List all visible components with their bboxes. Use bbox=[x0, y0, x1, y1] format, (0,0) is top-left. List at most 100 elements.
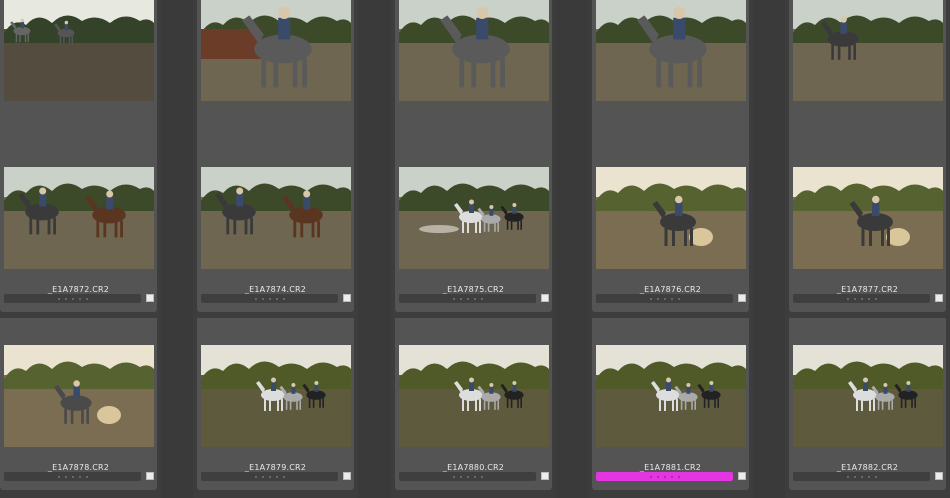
photo-thumbnail[interactable] bbox=[596, 0, 746, 101]
rating-star-empty-icon[interactable] bbox=[466, 475, 469, 478]
rating-star-empty-icon[interactable] bbox=[473, 475, 476, 478]
photo-cell[interactable]: _E1A7874.CR2 bbox=[197, 140, 354, 312]
photo-cell[interactable]: _E1A7877.CR2 bbox=[789, 140, 946, 312]
photo-thumbnail[interactable] bbox=[201, 167, 351, 269]
rating-star-empty-icon[interactable] bbox=[860, 297, 863, 300]
rating-star-empty-icon[interactable] bbox=[649, 297, 652, 300]
photo-cell[interactable]: _E1A7881.CR2 bbox=[592, 318, 749, 490]
rating-star-empty-icon[interactable] bbox=[261, 297, 264, 300]
photo-thumbnail[interactable] bbox=[399, 167, 549, 269]
rating-bar[interactable] bbox=[596, 294, 733, 303]
photo-thumbnail[interactable] bbox=[399, 0, 549, 101]
photo-thumbnail[interactable] bbox=[4, 0, 154, 101]
rating-bar[interactable] bbox=[201, 472, 338, 481]
rating-star-empty-icon[interactable] bbox=[677, 475, 680, 478]
rating-star-empty-icon[interactable] bbox=[874, 297, 877, 300]
color-label-magenta[interactable] bbox=[596, 472, 733, 481]
rating-star-empty-icon[interactable] bbox=[64, 475, 67, 478]
rating-star-empty-icon[interactable] bbox=[663, 475, 666, 478]
rating-star-empty-icon[interactable] bbox=[85, 475, 88, 478]
rating-star-empty-icon[interactable] bbox=[649, 475, 652, 478]
rating-bar[interactable] bbox=[399, 294, 536, 303]
rating-star-empty-icon[interactable] bbox=[452, 475, 455, 478]
rating-star-empty-icon[interactable] bbox=[459, 297, 462, 300]
rating-star-empty-icon[interactable] bbox=[275, 475, 278, 478]
photo-thumbnail[interactable] bbox=[201, 0, 351, 101]
select-checkbox[interactable] bbox=[541, 294, 549, 302]
rating-star-empty-icon[interactable] bbox=[282, 475, 285, 478]
rating-star-empty-icon[interactable] bbox=[78, 297, 81, 300]
rating-star-empty-icon[interactable] bbox=[57, 475, 60, 478]
select-checkbox[interactable] bbox=[343, 294, 351, 302]
rating-star-empty-icon[interactable] bbox=[466, 297, 469, 300]
rating-star-empty-icon[interactable] bbox=[254, 475, 257, 478]
rating-star-empty-icon[interactable] bbox=[282, 297, 285, 300]
rating-star-empty-icon[interactable] bbox=[480, 475, 483, 478]
rating-bar[interactable] bbox=[201, 294, 338, 303]
rating-star-empty-icon[interactable] bbox=[71, 297, 74, 300]
rating-star-empty-icon[interactable] bbox=[268, 297, 271, 300]
select-checkbox[interactable] bbox=[541, 472, 549, 480]
rating-star-empty-icon[interactable] bbox=[85, 297, 88, 300]
rating-star-empty-icon[interactable] bbox=[846, 475, 849, 478]
photo-thumbnail[interactable] bbox=[201, 345, 351, 447]
photo-cell[interactable]: _E1A7875.CR2 bbox=[395, 140, 552, 312]
rating-star-empty-icon[interactable] bbox=[64, 297, 67, 300]
select-checkbox[interactable] bbox=[343, 472, 351, 480]
photo-thumbnail[interactable] bbox=[4, 167, 154, 269]
rating-star-empty-icon[interactable] bbox=[254, 297, 257, 300]
rating-bar[interactable] bbox=[4, 472, 141, 481]
photo-thumbnail[interactable] bbox=[596, 345, 746, 447]
select-checkbox[interactable] bbox=[146, 472, 154, 480]
photo-cell[interactable]: _E1A7879.CR2 bbox=[197, 318, 354, 490]
photo-thumbnail[interactable] bbox=[793, 167, 943, 269]
rating-star-empty-icon[interactable] bbox=[261, 475, 264, 478]
rating-star-empty-icon[interactable] bbox=[867, 475, 870, 478]
photo-cell[interactable] bbox=[197, 0, 354, 144]
rating-star-empty-icon[interactable] bbox=[473, 297, 476, 300]
photo-cell[interactable]: _E1A7880.CR2 bbox=[395, 318, 552, 490]
photo-cell[interactable]: _E1A7872.CR2 bbox=[0, 140, 157, 312]
photo-cell[interactable] bbox=[0, 0, 157, 144]
rating-star-empty-icon[interactable] bbox=[57, 297, 60, 300]
photo-cell[interactable]: _E1A7876.CR2 bbox=[592, 140, 749, 312]
photo-cell[interactable]: _E1A7878.CR2 bbox=[0, 318, 157, 490]
rating-star-empty-icon[interactable] bbox=[78, 475, 81, 478]
rating-star-empty-icon[interactable] bbox=[275, 297, 278, 300]
rating-star-empty-icon[interactable] bbox=[268, 475, 271, 478]
photo-thumbnail[interactable] bbox=[4, 345, 154, 447]
photo-cell[interactable] bbox=[395, 0, 552, 144]
rating-star-empty-icon[interactable] bbox=[846, 297, 849, 300]
rating-star-empty-icon[interactable] bbox=[656, 297, 659, 300]
rating-star-empty-icon[interactable] bbox=[853, 297, 856, 300]
photo-cell[interactable] bbox=[789, 0, 946, 144]
rating-star-empty-icon[interactable] bbox=[853, 475, 856, 478]
select-checkbox[interactable] bbox=[738, 294, 746, 302]
select-checkbox[interactable] bbox=[146, 294, 154, 302]
select-checkbox[interactable] bbox=[935, 472, 943, 480]
rating-bar[interactable] bbox=[793, 472, 930, 481]
rating-star-empty-icon[interactable] bbox=[860, 475, 863, 478]
rating-bar[interactable] bbox=[4, 294, 141, 303]
rating-star-empty-icon[interactable] bbox=[670, 297, 673, 300]
rating-star-empty-icon[interactable] bbox=[670, 475, 673, 478]
rating-star-empty-icon[interactable] bbox=[663, 297, 666, 300]
select-checkbox[interactable] bbox=[738, 472, 746, 480]
rating-star-empty-icon[interactable] bbox=[452, 297, 455, 300]
photo-thumbnail[interactable] bbox=[596, 167, 746, 269]
select-checkbox[interactable] bbox=[935, 294, 943, 302]
rating-star-empty-icon[interactable] bbox=[71, 475, 74, 478]
rating-star-empty-icon[interactable] bbox=[677, 297, 680, 300]
rating-star-empty-icon[interactable] bbox=[874, 475, 877, 478]
rating-star-empty-icon[interactable] bbox=[656, 475, 659, 478]
rating-star-empty-icon[interactable] bbox=[867, 297, 870, 300]
rating-star-empty-icon[interactable] bbox=[480, 297, 483, 300]
rating-bar[interactable] bbox=[793, 294, 930, 303]
photo-cell[interactable] bbox=[592, 0, 749, 144]
photo-thumbnail[interactable] bbox=[793, 345, 943, 447]
photo-thumbnail[interactable] bbox=[399, 345, 549, 447]
rating-bar[interactable] bbox=[399, 472, 536, 481]
photo-cell[interactable]: _E1A7882.CR2 bbox=[789, 318, 946, 490]
rating-star-empty-icon[interactable] bbox=[459, 475, 462, 478]
photo-thumbnail[interactable] bbox=[793, 0, 943, 101]
